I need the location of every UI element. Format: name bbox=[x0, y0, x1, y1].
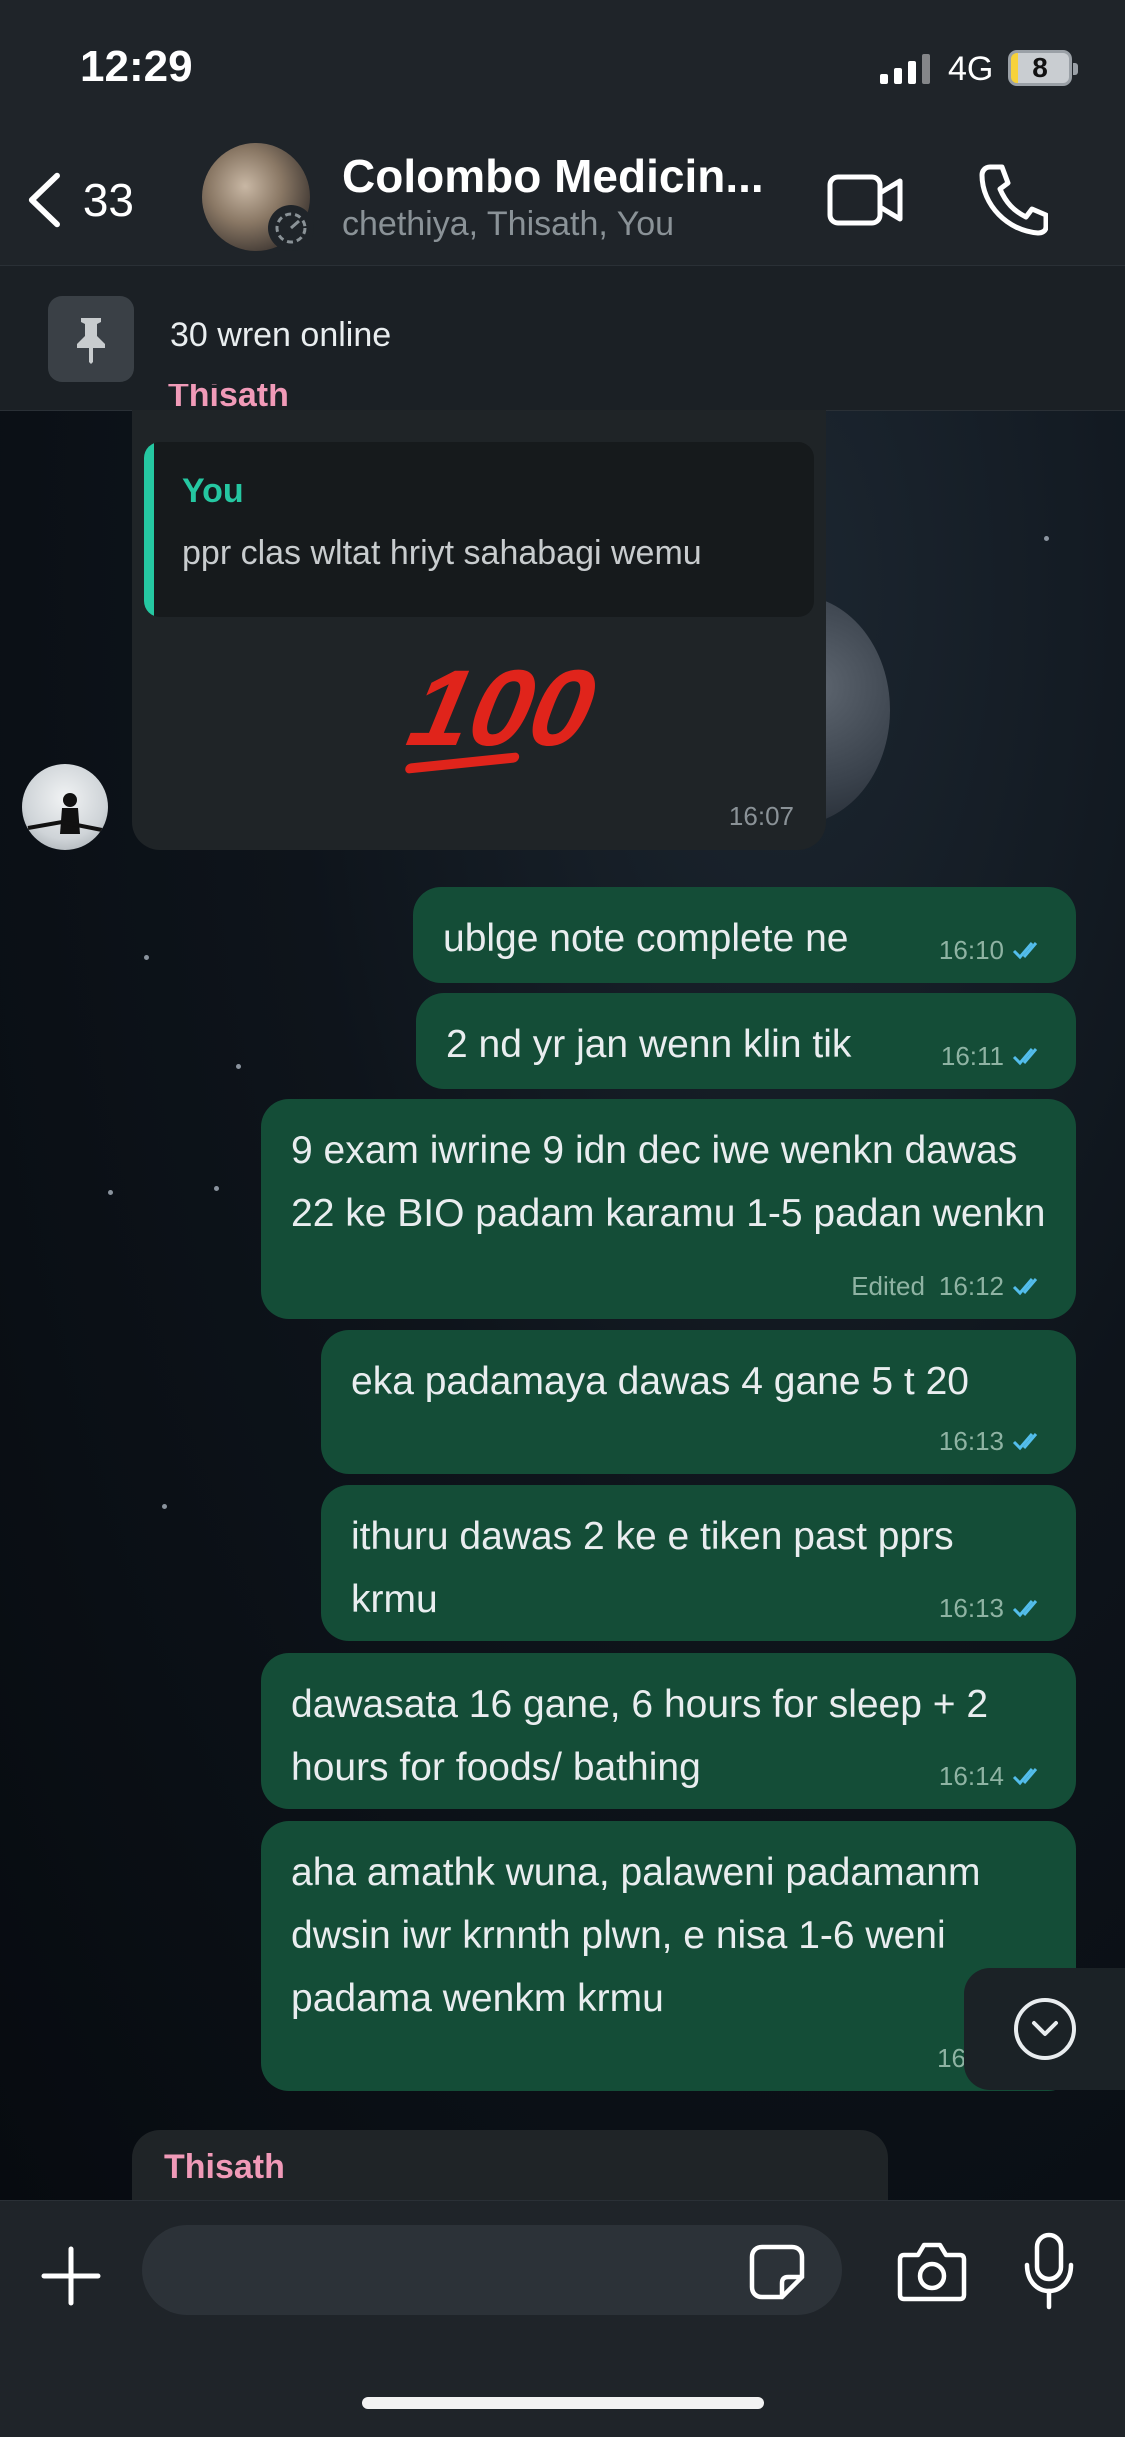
chat-title[interactable]: Colombo Medicin... bbox=[342, 149, 782, 203]
outgoing-message[interactable]: eka padamaya dawas 4 gane 5 t 20 16:13 bbox=[321, 1330, 1076, 1474]
read-receipt-icon bbox=[1012, 1048, 1038, 1066]
quote-accent-bar bbox=[144, 442, 154, 617]
microphone-button[interactable] bbox=[1022, 2231, 1076, 2311]
battery-icon: 8 bbox=[1008, 50, 1078, 86]
message-time: 16:13 bbox=[938, 1426, 1004, 1456]
chat-header: 33 Colombo Medicin... chethiya, Thisath,… bbox=[0, 135, 1125, 266]
star bbox=[214, 1186, 219, 1191]
message-text: aha amathk wuna, palaweni padamanm dwsin… bbox=[291, 1851, 981, 2020]
microphone-icon bbox=[1024, 2232, 1074, 2310]
camera-icon bbox=[897, 2242, 967, 2302]
read-receipt-icon bbox=[1012, 1433, 1038, 1451]
read-receipt-icon bbox=[1012, 942, 1038, 960]
message-meta: 16 bbox=[937, 2043, 966, 2073]
star bbox=[108, 1190, 113, 1195]
home-indicator[interactable] bbox=[362, 2397, 764, 2409]
sticker-button[interactable] bbox=[748, 2243, 806, 2301]
message-meta: Edited 16:12 bbox=[851, 1271, 1046, 1301]
message-time: 16:10 bbox=[938, 935, 1004, 965]
incoming-message[interactable]: Thisath You ppr clas wltat hriyt sahabag… bbox=[132, 384, 826, 850]
sender-name-wrapper: Thisath bbox=[168, 384, 289, 414]
message-time: 16 bbox=[937, 2043, 966, 2073]
quoted-message[interactable]: You ppr clas wltat hriyt sahabagi wemu bbox=[144, 442, 814, 617]
message-time: 16:13 bbox=[938, 1593, 1004, 1623]
message-meta: 16:10 bbox=[939, 935, 1046, 965]
read-receipt-icon bbox=[1012, 1768, 1038, 1786]
read-receipt-icon bbox=[1012, 1278, 1038, 1296]
message-meta: 16:13 bbox=[939, 1593, 1046, 1623]
sender-avatar[interactable] bbox=[22, 764, 108, 850]
message-time: 16:14 bbox=[938, 1761, 1004, 1791]
pinned-message-text: 30 wren online bbox=[170, 316, 392, 354]
star bbox=[236, 1064, 241, 1069]
hundred-points-emoji: 100 bbox=[399, 647, 606, 768]
status-time: 12:29 bbox=[80, 42, 193, 91]
edited-label: Edited bbox=[851, 1271, 925, 1301]
camera-button[interactable] bbox=[896, 2239, 968, 2303]
attach-button[interactable] bbox=[36, 2241, 106, 2311]
message-input[interactable] bbox=[142, 2225, 842, 2315]
message-time: 16:12 bbox=[938, 1271, 1004, 1301]
message-text: dawasata 16 gane, 6 hours for sleep + 2 … bbox=[291, 1683, 989, 1789]
back-chevron-icon bbox=[28, 172, 60, 228]
battery-level: 8 bbox=[1032, 52, 1048, 83]
pin-icon bbox=[48, 296, 134, 382]
read-receipt-icon bbox=[1012, 1600, 1038, 1618]
plus-icon bbox=[41, 2246, 101, 2306]
message-text: eka padamaya dawas 4 gane 5 t 20 bbox=[351, 1360, 969, 1403]
unread-count: 33 bbox=[82, 174, 134, 226]
chevron-down-icon bbox=[1013, 1998, 1076, 2060]
chat-members[interactable]: chethiya, Thisath, You bbox=[342, 205, 674, 244]
status-bar: 12:29 4G 8 bbox=[0, 0, 1125, 135]
message-time: 16:07 bbox=[728, 801, 794, 831]
back-button[interactable]: 33 bbox=[24, 165, 134, 235]
video-call-button[interactable] bbox=[826, 165, 906, 235]
network-type: 4G bbox=[948, 50, 994, 88]
voice-call-button[interactable] bbox=[976, 159, 1049, 239]
cellular-signal-icon bbox=[880, 52, 930, 84]
phone-icon bbox=[979, 164, 1049, 236]
outgoing-message[interactable]: dawasata 16 gane, 6 hours for sleep + 2 … bbox=[261, 1653, 1076, 1809]
star bbox=[1044, 536, 1049, 541]
message-time: 16:11 bbox=[940, 1041, 1004, 1071]
status-ring-icon bbox=[268, 205, 314, 251]
star bbox=[162, 1504, 167, 1509]
incoming-message[interactable]: Thisath bbox=[132, 2130, 888, 2200]
sender-name: Thisath bbox=[168, 384, 289, 414]
outgoing-message[interactable]: ublge note complete ne 16:10 bbox=[413, 887, 1076, 983]
outgoing-message[interactable]: aha amathk wuna, palaweni padamanm dwsin… bbox=[261, 1821, 1076, 2091]
video-call-icon bbox=[827, 174, 903, 226]
message-text: 9 exam iwrine 9 idn dec iwe wenkn dawas … bbox=[291, 1129, 1046, 1235]
message-meta: 16:14 bbox=[939, 1761, 1046, 1791]
message-meta: 16:11 bbox=[941, 1041, 1046, 1071]
quoted-text: ppr clas wltat hriyt sahabagi wemu bbox=[182, 534, 702, 572]
star bbox=[144, 955, 149, 960]
outgoing-message[interactable]: 9 exam iwrine 9 idn dec iwe wenkn dawas … bbox=[261, 1099, 1076, 1319]
sticker-icon bbox=[749, 2244, 805, 2300]
sender-name: Thisath bbox=[164, 2148, 285, 2186]
scroll-to-bottom-button[interactable] bbox=[964, 1968, 1125, 2090]
outgoing-message[interactable]: 2 nd yr jan wenn klin tik 16:11 bbox=[416, 993, 1076, 1089]
message-meta: 16:13 bbox=[939, 1426, 1046, 1456]
quoted-author: You bbox=[182, 472, 244, 510]
outgoing-message[interactable]: ithuru dawas 2 ke e tiken past pprs krmu… bbox=[321, 1485, 1076, 1641]
